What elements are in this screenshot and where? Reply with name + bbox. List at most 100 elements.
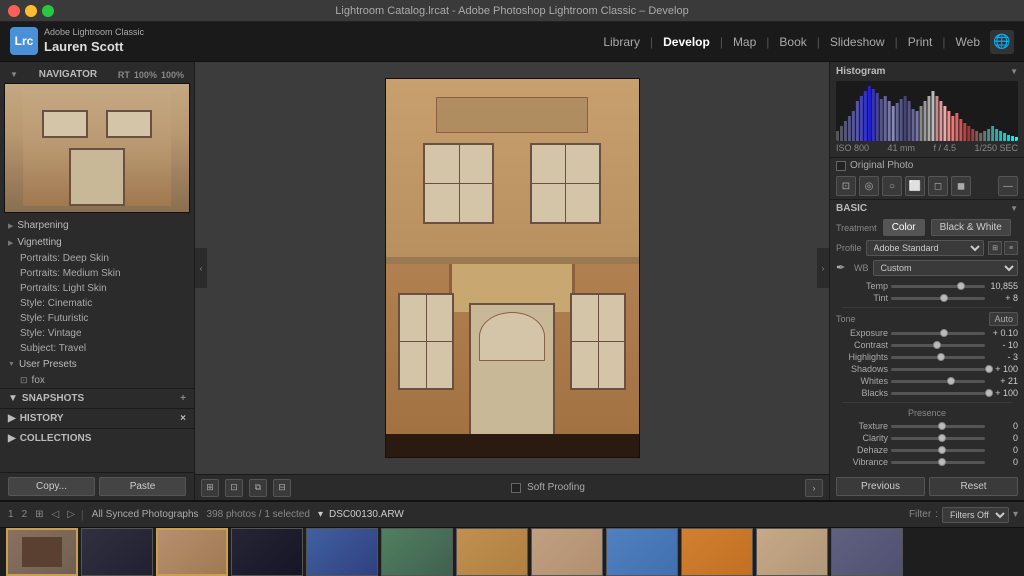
- presets-sharpening-header[interactable]: ▶ Sharpening: [0, 217, 194, 234]
- heal-tool[interactable]: ◎: [859, 176, 879, 196]
- nav-slideshow[interactable]: Slideshow: [822, 31, 893, 53]
- preset-portraits-medium[interactable]: Portraits: Medium Skin: [0, 266, 194, 281]
- radial-tool[interactable]: ◻: [928, 176, 948, 196]
- clarity-track[interactable]: [891, 437, 985, 440]
- vibrance-track[interactable]: [891, 461, 985, 464]
- crop-tool[interactable]: ⊡: [836, 176, 856, 196]
- filter-options-icon[interactable]: ▾: [1013, 509, 1018, 520]
- contrast-thumb[interactable]: [933, 341, 941, 349]
- collections-header[interactable]: ▶ Collections: [0, 428, 194, 448]
- nav-print[interactable]: Print: [900, 31, 941, 53]
- gradient-tool[interactable]: ⬜: [905, 176, 925, 196]
- contrast-track[interactable]: [891, 344, 985, 347]
- film-thumb-6[interactable]: [381, 528, 453, 576]
- vibrance-thumb[interactable]: [938, 458, 946, 466]
- loupe-view-button[interactable]: ⊡: [225, 479, 243, 497]
- histogram-toggle[interactable]: ▼: [1010, 67, 1018, 76]
- identity-plate-button[interactable]: 🌐: [990, 30, 1014, 54]
- shadows-thumb[interactable]: [985, 365, 993, 373]
- presets-vignetting-header[interactable]: ▶ Vignetting: [0, 234, 194, 251]
- preset-style-cinematic[interactable]: Style: Cinematic: [0, 296, 194, 311]
- dehaze-thumb[interactable]: [938, 446, 946, 454]
- previous-button[interactable]: Previous: [836, 477, 925, 496]
- dehaze-track[interactable]: [891, 449, 985, 452]
- texture-thumb[interactable]: [938, 422, 946, 430]
- exposure-track[interactable]: [891, 332, 985, 335]
- history-header[interactable]: ▶ History ×: [0, 408, 194, 428]
- filter-select[interactable]: Filters Off: [942, 507, 1009, 523]
- survey-button[interactable]: ⊟: [273, 479, 291, 497]
- temp-track[interactable]: [891, 285, 985, 288]
- nav-book[interactable]: Book: [771, 31, 814, 53]
- zoom-button[interactable]: ›: [805, 479, 823, 497]
- basic-toggle[interactable]: ▼: [1010, 204, 1018, 213]
- navigator-zoom100[interactable]: 100%: [134, 70, 157, 80]
- preset-subject-travel[interactable]: Subject: Travel: [0, 341, 194, 356]
- profile-select[interactable]: Adobe Standard: [866, 240, 984, 256]
- film-thumb-9[interactable]: [606, 528, 678, 576]
- profile-detail-icon[interactable]: ≡: [1004, 241, 1018, 255]
- profile-grid-icon[interactable]: ⊞: [988, 241, 1002, 255]
- film-thumb-8[interactable]: [531, 528, 603, 576]
- whites-track[interactable]: [891, 380, 985, 383]
- blacks-track[interactable]: [891, 392, 985, 395]
- film-thumb-5[interactable]: [306, 528, 378, 576]
- navigator-header[interactable]: ▼ Navigator RT 100% 100%: [4, 66, 190, 83]
- tint-track[interactable]: [891, 297, 985, 300]
- film-thumb-11[interactable]: [756, 528, 828, 576]
- copy-button[interactable]: Copy...: [8, 477, 95, 496]
- snapshots-header[interactable]: ▼ Snapshots +: [0, 388, 194, 408]
- masking-slider[interactable]: —: [998, 176, 1018, 196]
- exposure-thumb[interactable]: [940, 329, 948, 337]
- highlights-track[interactable]: [891, 356, 985, 359]
- nav-library[interactable]: Library: [595, 31, 648, 53]
- reset-button[interactable]: Reset: [929, 477, 1018, 496]
- nav-web[interactable]: Web: [948, 31, 988, 53]
- compare-button[interactable]: ⧉: [249, 479, 267, 497]
- page-num-2[interactable]: 2: [20, 507, 30, 522]
- soft-proofing-checkbox[interactable]: [511, 483, 521, 493]
- preset-style-futuristic[interactable]: Style: Futuristic: [0, 311, 194, 326]
- preset-style-vintage[interactable]: Style: Vintage: [0, 326, 194, 341]
- film-thumb-12[interactable]: [831, 528, 903, 576]
- left-panel-collapse-arrow[interactable]: ‹: [195, 248, 207, 288]
- film-thumb-10[interactable]: [681, 528, 753, 576]
- eyedropper-icon[interactable]: ✒: [836, 261, 850, 275]
- right-panel-collapse-arrow[interactable]: ›: [817, 248, 829, 288]
- navigator-zoomfit[interactable]: 100%: [161, 70, 184, 80]
- treatment-bw-btn[interactable]: Black & White: [931, 219, 1011, 236]
- original-photo-checkbox[interactable]: [836, 161, 846, 171]
- film-thumb-2[interactable]: [81, 528, 153, 576]
- brush-tool[interactable]: ◼: [951, 176, 971, 196]
- maximize-window-button[interactable]: [42, 5, 54, 17]
- prev-arrow[interactable]: ◁: [50, 507, 62, 522]
- highlights-thumb[interactable]: [937, 353, 945, 361]
- user-presets-header[interactable]: ▼ User Presets: [0, 356, 194, 373]
- film-thumb-7[interactable]: [456, 528, 528, 576]
- redeye-tool[interactable]: ○: [882, 176, 902, 196]
- texture-track[interactable]: [891, 425, 985, 428]
- preset-portraits-deep[interactable]: Portraits: Deep Skin: [0, 251, 194, 266]
- basic-panel-header[interactable]: Basic ▼: [830, 200, 1024, 217]
- film-thumb-3[interactable]: [156, 528, 228, 576]
- wb-select[interactable]: Custom: [873, 260, 1019, 276]
- temp-thumb[interactable]: [957, 282, 965, 290]
- whites-thumb[interactable]: [947, 377, 955, 385]
- nav-map[interactable]: Map: [725, 31, 764, 53]
- shadows-track[interactable]: [891, 368, 985, 371]
- film-thumb-1[interactable]: [6, 528, 78, 576]
- preset-portraits-light[interactable]: Portraits: Light Skin: [0, 281, 194, 296]
- treatment-color-btn[interactable]: Color: [883, 219, 925, 236]
- tint-thumb[interactable]: [940, 294, 948, 302]
- close-window-button[interactable]: [8, 5, 20, 17]
- grid-icon[interactable]: ⊞: [33, 507, 45, 522]
- user-preset-fox[interactable]: ⊡ fox: [0, 373, 194, 388]
- page-num-1[interactable]: 1: [6, 507, 16, 522]
- blacks-thumb[interactable]: [985, 389, 993, 397]
- snapshots-add-icon[interactable]: +: [180, 393, 186, 404]
- minimize-window-button[interactable]: [25, 5, 37, 17]
- history-close-icon[interactable]: ×: [180, 413, 186, 424]
- clarity-thumb[interactable]: [938, 434, 946, 442]
- filmstrip-source[interactable]: All Synced Photographs: [92, 509, 199, 520]
- grid-view-button[interactable]: ⊞: [201, 479, 219, 497]
